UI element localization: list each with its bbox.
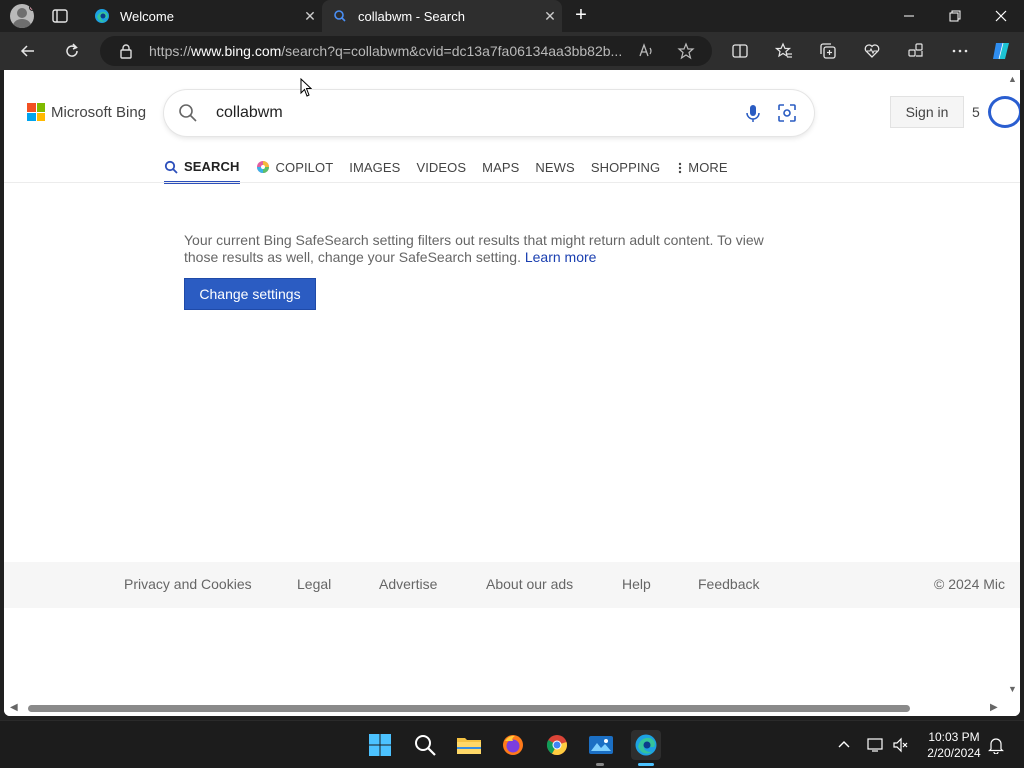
search-icon bbox=[164, 160, 178, 174]
new-tab-button[interactable]: + bbox=[570, 4, 592, 26]
close-window-icon[interactable] bbox=[978, 0, 1024, 32]
collections-icon[interactable] bbox=[817, 40, 839, 62]
show-hidden-icons-chevron-icon[interactable] bbox=[834, 735, 854, 755]
search-box[interactable] bbox=[164, 90, 814, 136]
search-favicon-icon bbox=[332, 8, 348, 24]
system-clock[interactable]: 10:03 PM 2/20/2024 bbox=[918, 729, 990, 761]
change-settings-button[interactable]: Change settings bbox=[184, 278, 316, 310]
logo-text: Microsoft Bing bbox=[51, 103, 147, 121]
bing-logo[interactable]: Microsoft Bing bbox=[27, 103, 146, 121]
refresh-icon[interactable] bbox=[61, 40, 83, 62]
browser-toolbar: https://www.bing.com/search?q=collabwm&c… bbox=[0, 32, 1024, 70]
nav-divider bbox=[4, 182, 1020, 183]
nav-images[interactable]: IMAGES bbox=[349, 152, 400, 182]
browser-essentials-icon[interactable] bbox=[861, 40, 883, 62]
mouse-cursor-icon bbox=[300, 77, 313, 98]
sign-in-button[interactable]: Sign in bbox=[890, 96, 964, 128]
back-icon[interactable] bbox=[17, 40, 39, 62]
url-text[interactable]: https://www.bing.com/search?q=collabwm&c… bbox=[149, 43, 629, 59]
search-nav: SEARCH COPILOT IMAGES VIDEOS MAPS NEWS S… bbox=[164, 152, 744, 184]
nav-shopping[interactable]: SHOPPING bbox=[591, 152, 660, 182]
chrome-icon[interactable] bbox=[543, 731, 571, 759]
learn-more-link[interactable]: Learn more bbox=[525, 249, 597, 265]
search-icon[interactable] bbox=[178, 103, 198, 123]
nav-copilot[interactable]: COPILOT bbox=[256, 152, 334, 182]
tab-welcome[interactable]: Welcome ✕ bbox=[84, 0, 322, 32]
minimize-icon[interactable] bbox=[886, 0, 932, 32]
footer-copyright: © 2024 Mic bbox=[934, 576, 1006, 592]
microsoft-logo-icon bbox=[27, 103, 45, 121]
favorites-icon[interactable] bbox=[773, 40, 795, 62]
microphone-icon[interactable] bbox=[742, 102, 764, 124]
close-tab-icon[interactable]: ✕ bbox=[538, 8, 562, 25]
address-bar[interactable]: https://www.bing.com/search?q=collabwm&c… bbox=[100, 36, 712, 66]
browser-window: Welcome ✕ collabwm - Search ✕ + https://… bbox=[0, 0, 1024, 720]
horizontal-scrollbar[interactable]: ◀ ▶ bbox=[4, 700, 1020, 716]
firefox-icon[interactable] bbox=[499, 731, 527, 759]
nav-videos[interactable]: VIDEOS bbox=[416, 152, 466, 182]
rewards-icon[interactable] bbox=[988, 96, 1020, 128]
clock-date: 2/20/2024 bbox=[927, 746, 981, 760]
page-footer: Privacy and Cookies Legal Advertise Abou… bbox=[4, 562, 1020, 608]
scroll-down-arrow-icon[interactable]: ▼ bbox=[1008, 684, 1018, 694]
vertical-dots-icon bbox=[676, 160, 684, 174]
tab-search[interactable]: collabwm - Search ✕ bbox=[322, 0, 562, 32]
tab-actions-icon[interactable] bbox=[50, 6, 70, 26]
restore-icon[interactable] bbox=[932, 0, 978, 32]
edge-taskbar-icon[interactable] bbox=[631, 730, 661, 760]
volume-muted-icon[interactable] bbox=[891, 735, 911, 755]
footer-about-ads-link[interactable]: About our ads bbox=[486, 576, 573, 592]
search-input[interactable] bbox=[216, 101, 716, 125]
tab-strip: Welcome ✕ collabwm - Search ✕ + bbox=[0, 0, 1024, 32]
footer-feedback-link[interactable]: Feedback bbox=[698, 576, 759, 592]
lock-icon[interactable] bbox=[118, 43, 134, 59]
safesearch-notice: Your current Bing SafeSearch setting fil… bbox=[184, 232, 784, 266]
close-tab-icon[interactable]: ✕ bbox=[298, 8, 322, 25]
notification-bell-icon[interactable] bbox=[986, 735, 1006, 755]
scroll-left-arrow-icon[interactable]: ◀ bbox=[10, 702, 18, 713]
notice-text: Your current Bing SafeSearch setting fil… bbox=[184, 232, 764, 265]
file-explorer-icon[interactable] bbox=[455, 731, 483, 759]
more-options-icon[interactable] bbox=[949, 40, 971, 62]
edge-icon bbox=[94, 8, 110, 24]
nav-maps[interactable]: MAPS bbox=[482, 152, 519, 182]
start-windows-icon[interactable] bbox=[366, 731, 394, 759]
scroll-up-arrow-icon[interactable]: ▲ bbox=[1008, 74, 1018, 84]
page-viewport: Microsoft Bing Sign in 5 SEARCH bbox=[4, 70, 1020, 716]
read-aloud-icon[interactable] bbox=[636, 41, 656, 61]
taskbar: 10:03 PM 2/20/2024 bbox=[0, 720, 1024, 768]
nav-search[interactable]: SEARCH bbox=[164, 152, 240, 184]
network-icon[interactable] bbox=[866, 735, 886, 755]
rewards-count[interactable]: 5 bbox=[972, 104, 980, 120]
scrollbar-thumb[interactable] bbox=[28, 705, 910, 712]
footer-legal-link[interactable]: Legal bbox=[297, 576, 331, 592]
taskbar-search-icon[interactable] bbox=[411, 731, 439, 759]
scroll-right-arrow-icon[interactable]: ▶ bbox=[990, 702, 998, 713]
copilot-icon[interactable] bbox=[990, 40, 1012, 62]
profile-avatar-icon[interactable] bbox=[10, 4, 34, 28]
photo-app-icon[interactable] bbox=[587, 731, 615, 759]
copilot-icon bbox=[256, 160, 270, 174]
app-running-indicator bbox=[596, 763, 604, 766]
nav-news[interactable]: NEWS bbox=[535, 152, 574, 182]
tab-title: collabwm - Search bbox=[358, 8, 465, 24]
favorite-star-icon[interactable] bbox=[676, 41, 696, 61]
split-screen-icon[interactable] bbox=[729, 40, 751, 62]
visual-search-icon[interactable] bbox=[776, 102, 798, 124]
footer-help-link[interactable]: Help bbox=[622, 576, 651, 592]
nav-more[interactable]: MORE bbox=[676, 152, 728, 182]
footer-privacy-link[interactable]: Privacy and Cookies bbox=[124, 576, 252, 592]
extensions-icon[interactable] bbox=[905, 40, 927, 62]
tab-title: Welcome bbox=[120, 8, 174, 24]
active-app-indicator bbox=[638, 763, 654, 766]
footer-advertise-link[interactable]: Advertise bbox=[379, 576, 437, 592]
clock-time: 10:03 PM bbox=[928, 730, 980, 744]
